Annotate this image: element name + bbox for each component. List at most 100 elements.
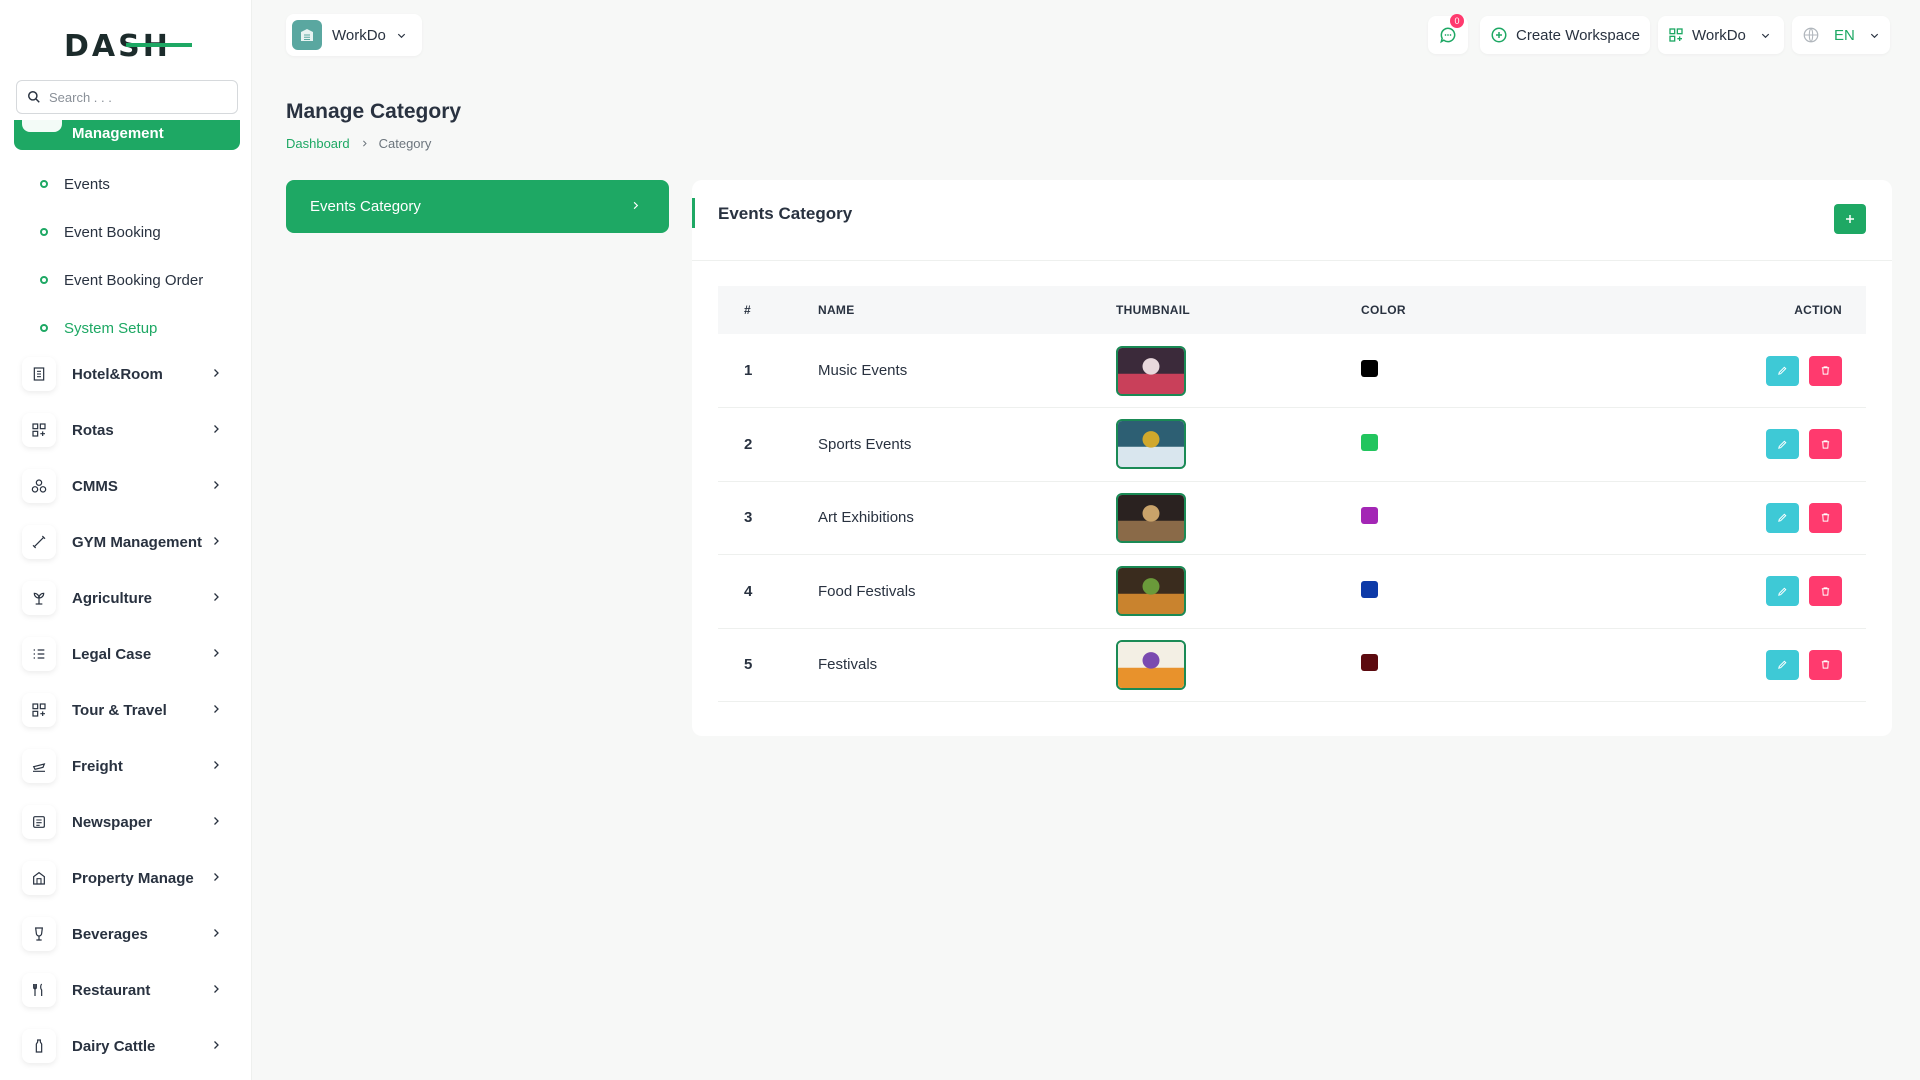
sidebar-item-hotel-room[interactable]: Hotel&Room (0, 346, 251, 402)
delete-button[interactable] (1809, 502, 1842, 533)
plane-icon (22, 749, 56, 783)
breadcrumb-current: Category (378, 136, 432, 151)
edit-button[interactable] (1765, 576, 1799, 607)
events-category-card: Events Category # NAME THUMBNAIL COLOR A… (692, 180, 1892, 736)
column-header-num: # (744, 303, 751, 317)
delete-button[interactable] (1809, 429, 1842, 460)
row-number: 1 (744, 362, 753, 379)
active-module-menu-item[interactable]: Management (14, 120, 240, 150)
row-number: 2 (744, 435, 753, 453)
sidebar-item-restaurant[interactable]: Restaurant (0, 962, 251, 1018)
chevron-right-icon (362, 140, 367, 147)
sidebar-item-gym-management[interactable]: GYM Management (0, 514, 251, 570)
workspace-name: WorkDo (332, 26, 386, 44)
bullet-icon (40, 276, 48, 284)
delete-button[interactable] (1809, 576, 1842, 607)
delete-button[interactable] (1809, 355, 1842, 386)
language-label: EN (1834, 26, 1855, 44)
submenu-item-event-booking-order[interactable]: Event Booking Order (0, 256, 251, 304)
sidebar-item-tour-travel[interactable]: Tour & Travel (0, 682, 251, 738)
tab-events-category[interactable]: Events Category (286, 180, 669, 233)
sidebar-item-label: Restaurant (72, 981, 151, 999)
submenu-label: Event Booking Order (64, 271, 204, 289)
column-header-color: COLOR (1361, 303, 1406, 317)
pencil-icon (1777, 366, 1787, 375)
trash-icon (1821, 587, 1830, 596)
chevron-right-icon (214, 985, 219, 993)
sidebar-item-legal-case[interactable]: Legal Case (0, 626, 251, 682)
page-title: Manage Category (286, 100, 462, 123)
sidebar-item-agriculture[interactable]: Agriculture (0, 570, 251, 626)
breadcrumb-dashboard-link[interactable]: Dashboard (286, 136, 350, 151)
edit-button[interactable] (1765, 355, 1799, 386)
plant-icon (22, 581, 56, 615)
sidebar-item-cmms[interactable]: CMMS (0, 458, 251, 514)
circles-icon (22, 469, 56, 503)
apps-icon (1669, 28, 1683, 42)
edit-button[interactable] (1765, 502, 1799, 533)
column-header-thumbnail: THUMBNAIL (1116, 303, 1191, 317)
workspace-menu-button[interactable]: WorkDo (1658, 16, 1784, 54)
row-number: 5 (744, 656, 753, 674)
edit-button[interactable] (1765, 649, 1799, 680)
chevron-right-icon (214, 1041, 219, 1049)
list-icon (22, 637, 56, 671)
bullet-icon (40, 228, 48, 236)
delete-button[interactable] (1809, 649, 1842, 680)
search-box[interactable] (16, 80, 238, 114)
row-name: Art Exhibitions (818, 509, 914, 527)
sidebar-item-label: Tour & Travel (72, 701, 167, 719)
category-table: # NAME THUMBNAIL COLOR ACTION 1 Music Ev… (718, 286, 1866, 702)
notifications-button[interactable]: 0 (1428, 14, 1468, 54)
sidebar-item-property-manage[interactable]: Property Manage (0, 850, 251, 906)
trash-icon (1821, 513, 1830, 522)
color-swatch (1361, 507, 1378, 525)
search-icon (28, 91, 40, 103)
column-header-name: NAME (818, 303, 855, 317)
submenu-item-event-booking[interactable]: Event Booking (0, 208, 251, 256)
notification-count-badge: 0 (1450, 14, 1464, 28)
dash-logo[interactable]: DASH (64, 28, 194, 62)
thumbnail-image[interactable] (1116, 639, 1186, 690)
sidebar-item-rotas[interactable]: Rotas (0, 402, 251, 458)
table-row: 1 Music Events (718, 334, 1866, 408)
add-category-button[interactable] (1834, 204, 1866, 234)
table-header-row: # NAME THUMBNAIL COLOR ACTION (718, 286, 1866, 334)
row-number: 3 (744, 509, 753, 527)
sidebar-item-label: Legal Case (72, 645, 152, 663)
chevron-right-icon (633, 201, 639, 210)
chevron-right-icon (214, 425, 219, 433)
submenu-item-events[interactable]: Events (0, 160, 251, 208)
chevron-right-icon (214, 929, 219, 937)
sidebar-item-beverages[interactable]: Beverages (0, 906, 251, 962)
chevron-right-icon (214, 761, 219, 769)
sidebar-item-label: GYM Management (72, 533, 203, 551)
sidebar-item-dairy-cattle[interactable]: Dairy Cattle (0, 1018, 251, 1074)
create-workspace-label: Create Workspace (1516, 26, 1640, 44)
pencil-icon (1777, 660, 1787, 670)
row-name: Sports Events (818, 435, 912, 453)
breadcrumb: Dashboard Category (286, 136, 431, 151)
thumbnail-image[interactable] (1116, 345, 1186, 396)
color-swatch (1361, 433, 1378, 451)
row-number: 4 (744, 582, 753, 600)
cutlery-icon (22, 973, 56, 1007)
submenu-item-system-setup[interactable]: System Setup (0, 304, 251, 352)
create-workspace-button[interactable]: Create Workspace (1480, 16, 1650, 54)
chevron-right-icon (214, 537, 219, 545)
sidebar-item-freight[interactable]: Freight (0, 738, 251, 794)
language-switcher[interactable]: EN (1792, 16, 1890, 54)
thumbnail-image[interactable] (1116, 566, 1186, 617)
sidebar: DASH Management Events Event Booking Eve… (0, 0, 252, 1080)
edit-button[interactable] (1765, 429, 1799, 460)
search-input[interactable] (49, 89, 219, 105)
chevron-right-icon (214, 705, 219, 713)
current-workspace-label: WorkDo (1692, 26, 1746, 44)
thumbnail-image[interactable] (1116, 492, 1186, 543)
column-header-action: ACTION (1794, 303, 1842, 317)
thumbnail-image[interactable] (1116, 419, 1186, 470)
color-swatch (1361, 360, 1378, 377)
table-row: 3 Art Exhibitions (718, 481, 1866, 555)
sidebar-item-newspaper[interactable]: Newspaper (0, 794, 251, 850)
workspace-switcher[interactable]: WorkDo (286, 14, 422, 56)
